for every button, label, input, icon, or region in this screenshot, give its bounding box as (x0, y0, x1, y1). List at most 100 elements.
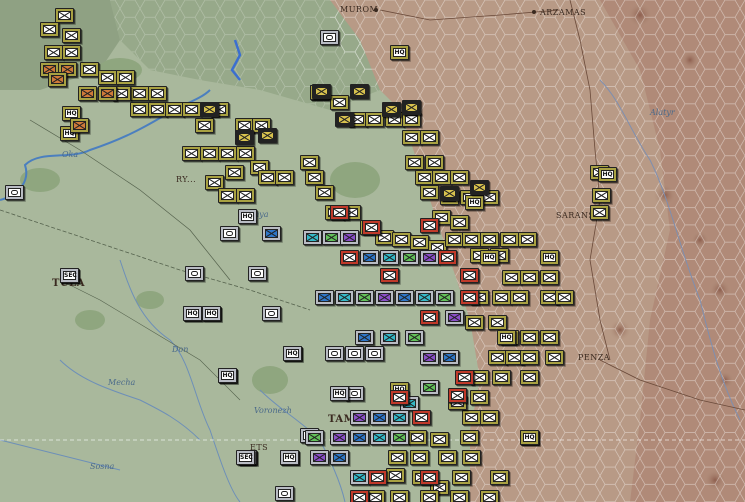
unit-counter[interactable] (460, 268, 479, 283)
unit-counter[interactable] (40, 22, 59, 37)
unit-counter[interactable] (420, 490, 439, 502)
unit-counter[interactable] (480, 410, 499, 425)
unit-counter[interactable] (452, 470, 471, 485)
unit-counter[interactable] (80, 62, 99, 77)
unit-counter[interactable] (62, 28, 81, 43)
unit-counter[interactable] (330, 205, 349, 220)
unit-counter[interactable] (490, 470, 509, 485)
security-unit-counter[interactable]: SEC (236, 450, 255, 465)
unit-counter[interactable] (370, 430, 389, 445)
unit-counter[interactable] (360, 250, 379, 265)
unit-counter[interactable] (435, 290, 454, 305)
unit-counter[interactable] (462, 232, 481, 247)
unit-counter[interactable] (305, 430, 324, 445)
unit-counter[interactable] (182, 102, 201, 117)
unit-counter[interactable] (236, 146, 255, 161)
unit-counter[interactable] (350, 470, 369, 485)
unit-counter[interactable] (220, 226, 239, 241)
unit-counter[interactable] (130, 102, 149, 117)
unit-counter[interactable] (540, 330, 559, 345)
hq-unit-counter[interactable]: HQ (540, 250, 559, 265)
unit-counter[interactable] (368, 470, 387, 485)
unit-counter[interactable] (44, 45, 63, 60)
unit-counter[interactable] (322, 230, 341, 245)
unit-counter[interactable] (410, 450, 429, 465)
unit-counter[interactable] (185, 266, 204, 281)
unit-counter[interactable] (275, 486, 294, 501)
unit-counter[interactable] (405, 155, 424, 170)
unit-counter[interactable] (236, 188, 255, 203)
unit-counter[interactable] (390, 390, 409, 405)
unit-counter[interactable] (330, 430, 349, 445)
game-map[interactable]: MUROM ARZAMAS SARANSK PENZA TULA RY... T… (0, 0, 745, 502)
unit-counter[interactable] (386, 468, 405, 483)
unit-counter[interactable] (420, 185, 439, 200)
unit-counter[interactable] (312, 84, 331, 99)
unit-counter[interactable] (182, 146, 201, 161)
hq-unit-counter[interactable]: HQ (183, 306, 202, 321)
unit-counter[interactable] (520, 330, 539, 345)
security-unit-counter[interactable]: SEC (60, 268, 79, 283)
unit-counter[interactable] (432, 170, 451, 185)
unit-counter[interactable] (480, 232, 499, 247)
unit-counter[interactable] (480, 490, 499, 502)
unit-counter[interactable] (262, 306, 281, 321)
unit-counter[interactable] (420, 218, 439, 233)
unit-counter[interactable] (488, 315, 507, 330)
unit-counter[interactable] (518, 232, 537, 247)
unit-counter[interactable] (440, 186, 459, 201)
unit-counter[interactable] (390, 490, 409, 502)
unit-counter[interactable] (545, 350, 564, 365)
unit-counter[interactable] (450, 170, 469, 185)
unit-counter[interactable] (355, 290, 374, 305)
unit-counter[interactable] (350, 410, 369, 425)
hq-unit-counter[interactable]: HQ (202, 306, 221, 321)
unit-counter[interactable] (520, 370, 539, 385)
hq-unit-counter[interactable]: HQ (330, 386, 349, 401)
unit-counter[interactable] (365, 346, 384, 361)
unit-counter[interactable] (380, 250, 399, 265)
unit-counter[interactable] (402, 100, 421, 115)
unit-counter[interactable] (78, 86, 97, 101)
unit-counter[interactable] (195, 118, 214, 133)
unit-counter[interactable] (382, 102, 401, 117)
unit-counter[interactable] (402, 130, 421, 145)
unit-counter[interactable] (330, 95, 349, 110)
unit-counter[interactable] (450, 215, 469, 230)
unit-counter[interactable] (462, 410, 481, 425)
unit-counter[interactable] (470, 180, 489, 195)
unit-counter[interactable] (420, 380, 439, 395)
unit-counter[interactable] (405, 330, 424, 345)
unit-counter[interactable] (520, 350, 539, 365)
unit-counter[interactable] (470, 390, 489, 405)
unit-counter[interactable] (200, 102, 219, 117)
unit-counter[interactable] (590, 205, 609, 220)
hq-unit-counter[interactable]: HQ (497, 330, 516, 345)
unit-counter[interactable] (70, 118, 89, 133)
unit-counter[interactable] (420, 350, 439, 365)
unit-counter[interactable] (362, 220, 381, 235)
unit-counter[interactable] (335, 290, 354, 305)
unit-counter[interactable] (262, 226, 281, 241)
unit-counter[interactable] (420, 250, 439, 265)
unit-counter[interactable] (350, 430, 369, 445)
hq-unit-counter[interactable]: HQ (218, 368, 237, 383)
unit-counter[interactable] (492, 290, 511, 305)
unit-counter[interactable] (440, 350, 459, 365)
unit-counter[interactable] (438, 450, 457, 465)
unit-counter[interactable] (370, 410, 389, 425)
unit-counter[interactable] (520, 270, 539, 285)
unit-counter[interactable] (275, 170, 294, 185)
unit-counter[interactable] (350, 84, 369, 99)
unit-counter[interactable] (420, 130, 439, 145)
unit-counter[interactable] (305, 170, 324, 185)
unit-counter[interactable] (98, 70, 117, 85)
unit-counter[interactable] (116, 70, 135, 85)
unit-counter[interactable] (438, 250, 457, 265)
unit-counter[interactable] (55, 8, 74, 23)
unit-counter[interactable] (62, 45, 81, 60)
unit-counter[interactable] (420, 470, 439, 485)
unit-counter[interactable] (340, 230, 359, 245)
hq-unit-counter[interactable]: HQ (520, 430, 539, 445)
unit-counter[interactable] (5, 185, 24, 200)
